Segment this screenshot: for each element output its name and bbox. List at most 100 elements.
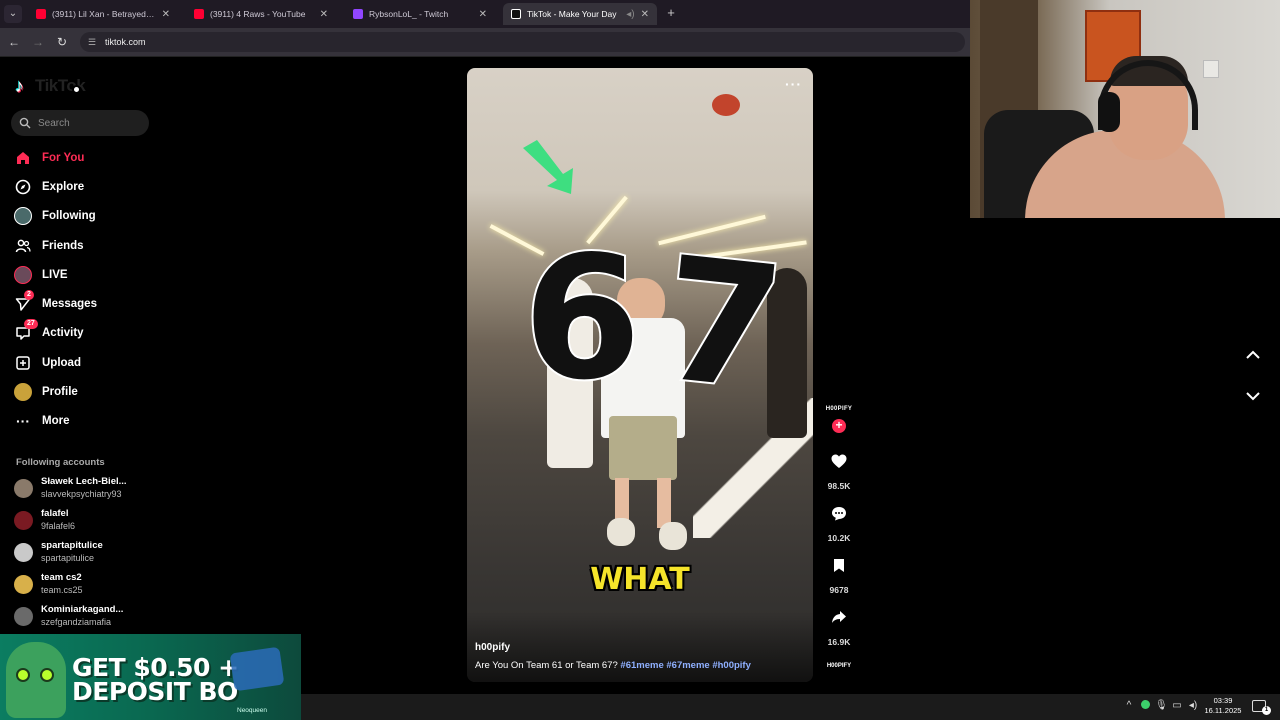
nav-profile[interactable]: Profile (14, 381, 78, 403)
close-tab-icon[interactable]: ✕ (162, 9, 170, 20)
ad-brand: Neoqueen (237, 707, 267, 714)
following-account[interactable]: falafel 9falafel6 (14, 507, 75, 533)
screen: ⌄ (3911) Lil Xan - Betrayed (Official ✕ … (0, 0, 1280, 720)
video-description-text: Are You On Team 61 or Team 67? (475, 660, 618, 671)
browser-tab-active[interactable]: TikTok - Make Your Day ◂) ✕ (503, 3, 657, 25)
account-name: falafel (41, 508, 69, 519)
activity-icon: 27 (14, 319, 38, 342)
nav-following[interactable]: Following (14, 205, 96, 227)
live-icon (14, 266, 32, 284)
sign-number-six: 6 (521, 220, 643, 418)
forward-icon[interactable]: → (30, 34, 46, 50)
share-count: 16.9K (827, 637, 851, 647)
tray-app-icon[interactable] (1139, 700, 1151, 712)
video-bottom-shade (467, 612, 813, 682)
save-count: 9678 (829, 585, 849, 595)
nav-messages[interactable]: 2 Messages (14, 290, 97, 315)
video-more-options-icon[interactable]: ··· (785, 76, 802, 92)
nav-activity[interactable]: 27 Activity (14, 319, 84, 344)
close-tab-icon[interactable]: ✕ (641, 9, 649, 20)
nav-live[interactable]: LIVE (14, 264, 68, 286)
nav-friends[interactable]: Friends (14, 235, 84, 257)
close-tab-icon[interactable]: ✕ (479, 9, 487, 20)
youtube-favicon-icon (36, 9, 46, 19)
mouse-cursor (72, 85, 81, 94)
nav-label: Upload (42, 357, 81, 369)
mascot-eye (40, 668, 54, 682)
following-account[interactable]: spartapitulice spartapitulice (14, 539, 103, 565)
previous-video-button[interactable] (1244, 345, 1262, 363)
hashtag-link[interactable]: #h00pify (712, 660, 751, 671)
following-avatar-icon (14, 207, 32, 225)
hashtag-link[interactable]: #67meme (666, 660, 709, 671)
url-field[interactable]: ☰ tiktok.com (80, 32, 965, 52)
like-button[interactable] (829, 452, 849, 470)
account-handle: slavvekpsychiatry93 (41, 489, 122, 499)
nav-label: Friends (42, 240, 84, 252)
nav-label: For You (42, 152, 85, 164)
wall-switch (1203, 60, 1219, 78)
site-info-icon[interactable]: ☰ (88, 37, 98, 47)
new-tab-button[interactable]: + (664, 5, 678, 21)
search-icon (19, 117, 31, 129)
tray-overflow-icon[interactable]: ^ (1123, 700, 1135, 712)
browser-tab[interactable]: (3911) 4 Raws - YouTube ✕ (186, 3, 336, 25)
browser-tab[interactable]: RybsonLoL_ - Twitch ✕ (345, 3, 495, 25)
boy-shoe (607, 518, 635, 546)
mute-icon[interactable]: ◂) (626, 9, 634, 20)
nav-label: Activity (42, 327, 84, 339)
following-account[interactable]: Sławek Lech-Biel... slavvekpsychiatry93 (14, 475, 127, 501)
clock-time: 03:39 (1213, 696, 1233, 705)
share-icon (832, 611, 846, 623)
chevron-down-icon (1246, 391, 1260, 400)
share-button[interactable] (829, 608, 849, 626)
follow-button[interactable]: + (832, 419, 846, 433)
video-player[interactable]: 6 7 WHAT ··· h00pify Are You On Team 61 … (467, 68, 813, 682)
account-avatar (14, 606, 33, 626)
webcam-overlay (970, 0, 1280, 218)
system-clock[interactable]: 03:39 16.11.2025 (1203, 696, 1243, 716)
messages-icon: 2 (14, 290, 34, 313)
network-icon[interactable]: ▭ (1171, 700, 1183, 712)
nav-explore[interactable]: Explore (14, 176, 84, 198)
browser-tab[interactable]: (3911) Lil Xan - Betrayed (Official ✕ (28, 3, 178, 25)
next-video-button[interactable] (1244, 387, 1262, 405)
upload-icon (14, 354, 32, 372)
video-author[interactable]: h00pify (475, 642, 510, 653)
search-box[interactable] (11, 110, 149, 136)
nav-upload[interactable]: Upload (14, 352, 81, 374)
save-button[interactable] (829, 556, 849, 574)
comment-icon (832, 506, 846, 520)
more-icon: ··· (16, 413, 30, 429)
twitch-favicon-icon (353, 9, 363, 19)
mascot-eye (16, 668, 30, 682)
nav-for-you[interactable]: For You (14, 147, 84, 169)
reload-icon[interactable]: ↻ (54, 34, 70, 50)
tab-title: TikTok - Make Your Day (527, 9, 617, 19)
hashtag-link[interactable]: #61meme (620, 660, 663, 671)
sound-disc[interactable]: H00PIFY (822, 663, 856, 669)
nav-label: More (42, 415, 70, 427)
search-input[interactable] (38, 117, 138, 129)
back-icon[interactable]: ← (6, 34, 22, 50)
following-account[interactable]: Kominiarkagand... szefgandziamafia (14, 603, 123, 629)
account-avatar (14, 478, 33, 498)
friends-icon (14, 237, 32, 255)
account-name: Kominiarkagand... (41, 604, 124, 615)
creator-avatar[interactable]: H00PIFY (822, 406, 856, 412)
tab-title: RybsonLoL_ - Twitch (369, 9, 449, 19)
comment-button[interactable] (829, 504, 849, 522)
tab-search-button[interactable]: ⌄ (4, 5, 22, 23)
volume-icon[interactable]: ◂) (1187, 700, 1199, 712)
account-name: spartapitulice (41, 540, 103, 551)
close-tab-icon[interactable]: ✕ (320, 9, 328, 20)
tab-title: (3911) Lil Xan - Betrayed (Official (52, 9, 156, 19)
microphone-icon[interactable]: 🎙 (1155, 700, 1168, 712)
compass-icon (14, 178, 32, 196)
following-account[interactable]: team cs2 team.cs25 (14, 571, 83, 597)
sign-number-seven: 7 (651, 218, 793, 431)
boy-shorts (609, 416, 677, 480)
account-avatar (14, 574, 33, 594)
nav-more[interactable]: ··· More (14, 410, 69, 432)
heart-icon (831, 454, 847, 468)
